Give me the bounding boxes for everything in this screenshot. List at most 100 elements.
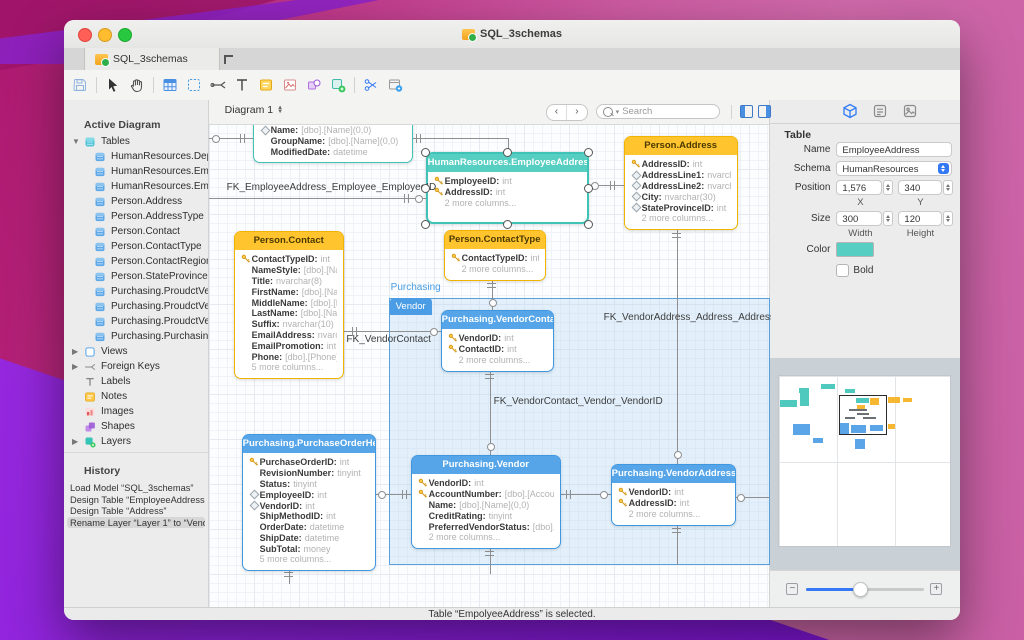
selection-handle[interactable] (503, 220, 512, 229)
save-icon[interactable] (71, 77, 88, 94)
diagram-table[interactable]: Purchasing.VendorAddress VendorID:int Ad… (611, 464, 736, 526)
name-input[interactable]: EmployeeAddress (836, 142, 952, 157)
sidebar-item-table[interactable]: Purchasing.Purchasing... (64, 329, 208, 344)
sidebar-item-table[interactable]: HumanResources.Emplo... (64, 164, 208, 179)
tab-sql-3schemas[interactable]: SQL_3schemas (84, 48, 220, 70)
layer-tab-vendor[interactable]: Vendor (390, 298, 432, 315)
new-table-icon[interactable] (161, 77, 178, 94)
selection-handle[interactable] (584, 148, 593, 157)
sidebar-item-table[interactable]: HumanResources.Depar... (64, 149, 208, 164)
selection-handle[interactable] (503, 148, 512, 157)
sidebar-item-table[interactable]: Person.Contact (64, 224, 208, 239)
sidebar-item-table[interactable]: Person.AddressType (64, 209, 208, 224)
tab-properties-cube-icon[interactable] (842, 103, 858, 119)
history-item[interactable]: Design Table “EmployeeAddress” (67, 494, 205, 505)
primary-key-icon (249, 457, 260, 467)
inspector-tabs (770, 100, 960, 124)
noteS-icon (84, 391, 96, 403)
history-item[interactable]: Design Table “Address” (67, 505, 205, 516)
note-icon[interactable] (257, 77, 274, 94)
toggle-right-panel-button[interactable] (758, 105, 771, 118)
sidebar-item-table[interactable]: Person.Address (64, 194, 208, 209)
selection-handle[interactable] (584, 184, 593, 193)
selection-handle[interactable] (421, 148, 430, 157)
zoom-in-button[interactable]: + (930, 583, 942, 595)
history-item[interactable]: Load Model “SQL_3schemas” (67, 482, 205, 493)
toggle-left-panel-button[interactable] (740, 105, 753, 118)
relation-icon[interactable] (209, 77, 226, 94)
minimap-table-rect (855, 439, 865, 449)
zoom-out-button[interactable]: − (786, 583, 798, 595)
diagram-table[interactable]: Person.Contact ContactTypeID:int NameSty… (234, 231, 344, 379)
sidebar-item-table[interactable]: Purchasing.ProudctVen... (64, 314, 208, 329)
selection-icon[interactable] (185, 77, 202, 94)
layer-icon[interactable] (329, 77, 346, 94)
table-column-row: EmailPromotion:int (241, 340, 337, 351)
selection-handle[interactable] (421, 220, 430, 229)
diagram-table[interactable]: Purchasing.PurchaseOrderHeader PurchaseO… (242, 434, 376, 571)
diagram-canvas[interactable]: PurchasingVendorHumanResources.Departmen… (209, 124, 771, 607)
diagram-selector[interactable]: Diagram 1 ▲▼ (225, 104, 283, 116)
selection-handle[interactable] (584, 220, 593, 229)
table-title: HumanResources.EmployeeAddress (428, 154, 587, 172)
diagram-table[interactable]: Person.Address AddressID:int AddressLine… (624, 136, 738, 230)
tab-note-icon[interactable] (872, 103, 888, 119)
sidebar-item-table[interactable]: HumanResources.Emplo... (64, 179, 208, 194)
sidebar-item-table[interactable]: Person.ContactType (64, 239, 208, 254)
diagram-table[interactable]: HumanResources.EmployeeAddress EmployeeI… (426, 152, 589, 224)
sidebar-group-layers[interactable]: ▶ Layers (64, 434, 208, 449)
birds-eye-view[interactable] (778, 375, 951, 547)
bold-checkbox[interactable] (836, 264, 849, 277)
sidebar-group-shapes[interactable]: Shapes (64, 419, 208, 434)
pointer-icon[interactable] (104, 77, 121, 94)
size-height-stepper[interactable] (943, 211, 953, 226)
nav-back-button[interactable]: ‹ (547, 105, 568, 120)
position-x-input[interactable]: 1,576 (836, 180, 882, 195)
size-width-input[interactable]: 300 (836, 211, 882, 226)
size-label: Size (778, 213, 830, 224)
schema-select-chevrons-icon[interactable] (938, 163, 949, 174)
search-placeholder: Search (622, 106, 652, 117)
image-icon[interactable] (281, 77, 298, 94)
sidebar-group-tables[interactable]: ▼ Tables (64, 134, 208, 149)
table-column-row: Phone:[dbo].[Phone](0,0) (241, 351, 337, 362)
position-x-stepper[interactable] (883, 180, 893, 195)
auto-layout-icon[interactable] (362, 77, 379, 94)
zoom-slider-knob[interactable] (853, 582, 868, 597)
sidebar-group-labels[interactable]: Labels (64, 374, 208, 389)
tab-image-icon[interactable] (902, 103, 918, 119)
sidebar-item-table[interactable]: Purchasing.ProudctVen... (64, 299, 208, 314)
table-column-row: OrderDate:datetime (249, 522, 369, 533)
diagram-table[interactable]: Purchasing.VendorContact VendorID:int Co… (441, 310, 554, 372)
schema-select[interactable]: HumanResources (836, 161, 952, 176)
table-title: Person.ContactType (445, 231, 545, 249)
sidebar-item-table[interactable]: Purchasing.ProudctVen... (64, 284, 208, 299)
text-label-icon[interactable] (233, 77, 250, 94)
shape-icon[interactable] (305, 77, 322, 94)
sidebar-group-foreign-keys[interactable]: ▶ Foreign Keys (64, 359, 208, 374)
position-y-stepper[interactable] (943, 180, 953, 195)
layerS-icon (84, 436, 96, 448)
model-convert-icon[interactable] (386, 77, 403, 94)
position-y-input[interactable]: 340 (898, 180, 942, 195)
diagram-table[interactable]: Person.ContactType ContactTypeID:int2 mo… (444, 230, 546, 281)
size-height-input[interactable]: 120 (898, 211, 942, 226)
sidebar-item-table[interactable]: Person.StateProvince (64, 269, 208, 284)
sidebar-item-table[interactable]: Person.ContactRegion (64, 254, 208, 269)
hand-icon[interactable] (128, 77, 145, 94)
size-width-stepper[interactable] (883, 211, 893, 226)
selection-handle[interactable] (421, 184, 430, 193)
title-bar[interactable]: SQL_3schemas (64, 20, 960, 49)
sidebar-group-views[interactable]: ▶ Views (64, 344, 208, 359)
diagram-table[interactable]: Purchasing.Vendor VendorID:int AccountNu… (411, 455, 561, 549)
minimap-viewport[interactable] (839, 395, 887, 435)
history-item[interactable]: Rename Layer “Layer 1” to “Vendor” (67, 517, 205, 528)
sidebar-group-notes[interactable]: Notes (64, 389, 208, 404)
color-swatch[interactable] (836, 242, 874, 257)
nav-forward-button[interactable]: › (567, 105, 587, 120)
cardinality-ticks-icon (485, 373, 494, 381)
cardinality-ticks-icon (415, 134, 423, 143)
diagram-table[interactable]: HumanResources.Department DepartmentID:i… (253, 124, 413, 163)
sidebar-group-images[interactable]: Images (64, 404, 208, 419)
search-input[interactable]: ▾ Search (596, 104, 720, 119)
